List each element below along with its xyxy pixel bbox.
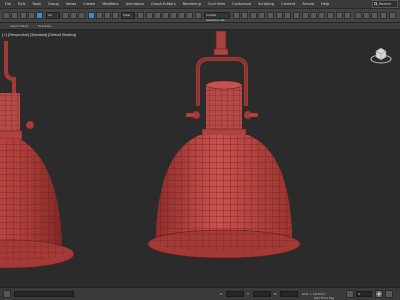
- selection-filter-dropdown[interactable]: All: [46, 12, 60, 19]
- menu-content[interactable]: Content: [281, 2, 295, 6]
- spinner-snap-button[interactable]: [186, 12, 193, 19]
- a360-gallery-button[interactable]: [344, 12, 351, 19]
- menu-create[interactable]: Create: [83, 2, 95, 6]
- menu-edit[interactable]: Edit: [18, 2, 25, 6]
- y-coordinate-field[interactable]: [253, 291, 271, 297]
- maxscript-mini-listener[interactable]: [14, 291, 74, 297]
- search-placeholder: Search: [379, 2, 392, 6]
- render-in-cloud-button[interactable]: [336, 12, 343, 19]
- edit-named-selection-button[interactable]: [195, 12, 202, 19]
- snaps-toggle-button[interactable]: [162, 12, 169, 19]
- menu-bar: File Edit Tools Group Views Create Modif…: [0, 0, 400, 9]
- menu-animation[interactable]: Animation: [126, 2, 144, 6]
- render-iterative-button[interactable]: [327, 12, 334, 19]
- keyboard-shortcut-button[interactable]: [154, 12, 161, 19]
- align-button[interactable]: [241, 12, 248, 19]
- z-coordinate-field[interactable]: [280, 291, 298, 297]
- toggle-layer-explorer-button[interactable]: [258, 12, 265, 19]
- menu-scripting[interactable]: Scripting: [258, 2, 274, 6]
- menu-civil-view[interactable]: Civil View: [208, 2, 225, 6]
- auto-key-button[interactable]: [346, 290, 354, 298]
- select-by-name-button[interactable]: [62, 12, 69, 19]
- arnold-material-button[interactable]: [380, 12, 387, 19]
- menu-arnold[interactable]: Arnold: [302, 2, 314, 6]
- lamp-scene: [0, 31, 301, 269]
- z-coordinate-label: Z:: [274, 292, 278, 296]
- viewcube-icon[interactable]: [370, 45, 392, 65]
- menu-file[interactable]: File: [5, 2, 11, 6]
- menu-rendering[interactable]: Rendering: [183, 2, 201, 6]
- search-icon: [374, 2, 378, 6]
- link-button[interactable]: [20, 12, 27, 19]
- tab-populate[interactable]: Populate: [38, 24, 51, 28]
- select-manipulate-button[interactable]: [146, 12, 153, 19]
- maxscript-listener-button[interactable]: [3, 290, 11, 298]
- undo-button[interactable]: [3, 12, 10, 19]
- y-coordinate-label: Y:: [247, 292, 250, 296]
- arnold-render-button[interactable]: [355, 12, 362, 19]
- pendant-lamp-right[interactable]: [147, 31, 301, 259]
- render-setup-button[interactable]: [302, 12, 309, 19]
- search-box[interactable]: Search: [372, 0, 398, 8]
- perspective-viewport[interactable]: [+] [Perspective] [Standard] [Default Sh…: [0, 31, 400, 287]
- ribbon-tabs: Object Paint Populate: [0, 23, 400, 30]
- rotate-button[interactable]: [96, 12, 103, 19]
- menu-customize[interactable]: Customize: [232, 2, 251, 6]
- schematic-view-button[interactable]: [284, 12, 291, 19]
- place-button[interactable]: [112, 12, 119, 19]
- menu-tools[interactable]: Tools: [32, 2, 41, 6]
- pivot-center-button[interactable]: [137, 12, 144, 19]
- redo-button[interactable]: [11, 12, 18, 19]
- select-object-button[interactable]: [36, 12, 43, 19]
- percent-snap-button[interactable]: [178, 12, 185, 19]
- toggle-scene-explorer-button[interactable]: [250, 12, 257, 19]
- x-coordinate-label: X:: [220, 292, 224, 296]
- menu-graph-editors[interactable]: Graph Editors: [151, 2, 176, 6]
- plus-icon: [376, 291, 382, 297]
- angle-snap-button[interactable]: [170, 12, 177, 19]
- rendered-frame-window-button[interactable]: [310, 12, 317, 19]
- maximize-viewport-button[interactable]: [385, 290, 393, 298]
- toggle-ribbon-button[interactable]: [267, 12, 274, 19]
- arnold-ipr-button[interactable]: [363, 12, 370, 19]
- menu-group[interactable]: Group: [48, 2, 59, 6]
- unlink-button[interactable]: [28, 12, 35, 19]
- status-bar: X: Y: Z: Grid = 10,0mm Add Time Tag 0: [0, 287, 400, 300]
- curve-editor-button[interactable]: [276, 12, 283, 19]
- add-time-tag-button[interactable]: Add Time Tag: [314, 296, 334, 300]
- pendant-lamp-left[interactable]: [0, 41, 75, 269]
- named-selection-set-dropdown[interactable]: Create Selection Se: [204, 12, 230, 22]
- rectangular-selection-button[interactable]: [70, 12, 77, 19]
- material-editor-button[interactable]: [293, 12, 300, 19]
- zoom-extents-button[interactable]: [375, 290, 383, 298]
- menu-help[interactable]: Help: [321, 2, 329, 6]
- menu-views[interactable]: Views: [66, 2, 76, 6]
- move-button[interactable]: [88, 12, 95, 19]
- main-toolbar: All View Create Selection Se: [0, 9, 400, 23]
- x-coordinate-field[interactable]: [226, 291, 244, 297]
- menu-modifiers[interactable]: Modifiers: [102, 2, 118, 6]
- tab-object-paint[interactable]: Object Paint: [10, 24, 28, 28]
- scale-button[interactable]: [104, 12, 111, 19]
- reference-coordinate-dropdown[interactable]: View: [121, 12, 135, 19]
- arnold-settings-button[interactable]: [389, 12, 396, 19]
- current-frame-field[interactable]: 0: [356, 291, 372, 297]
- window-crossing-button[interactable]: [78, 12, 85, 19]
- arnold-light-button[interactable]: [371, 12, 378, 19]
- mirror-button[interactable]: [233, 12, 240, 19]
- render-production-button[interactable]: [318, 12, 325, 19]
